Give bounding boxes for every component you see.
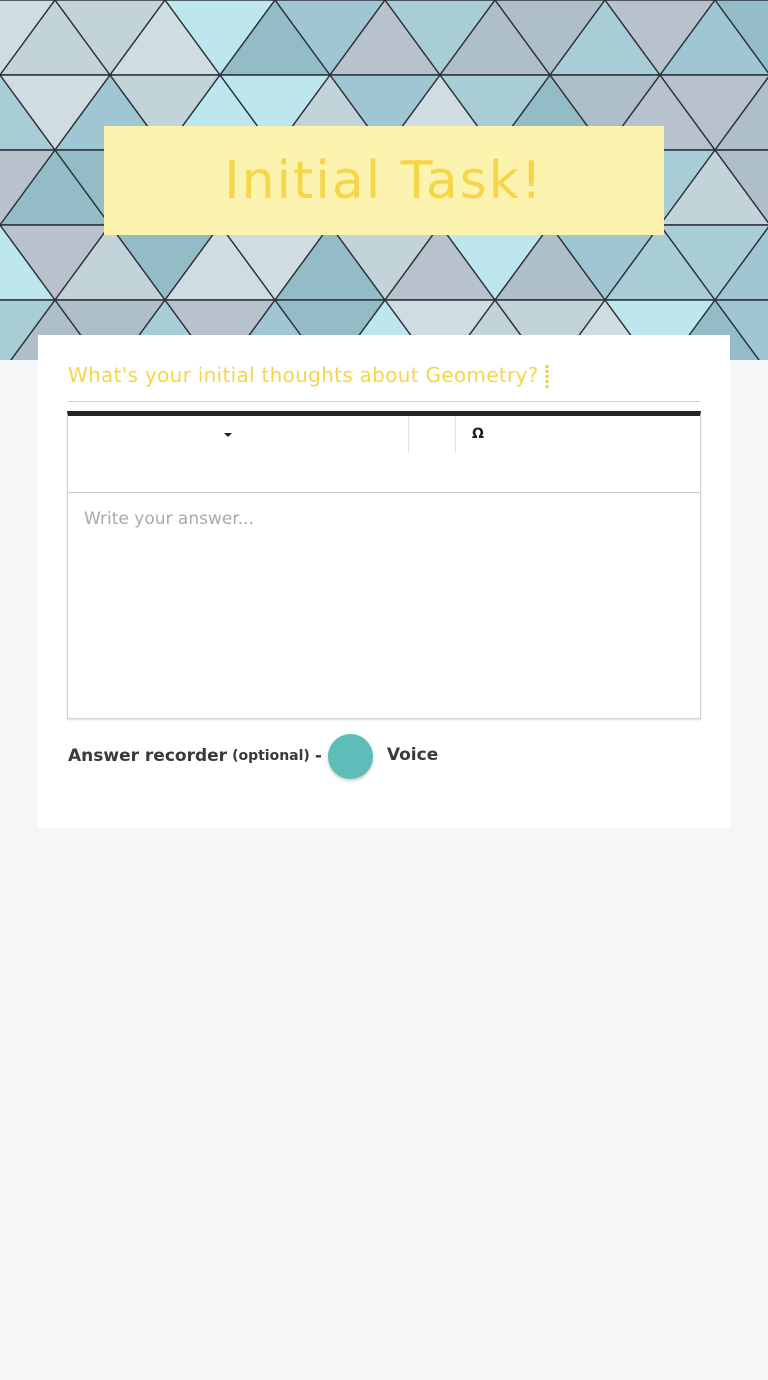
caret-down-icon xyxy=(224,433,232,437)
recorder-dash: - xyxy=(314,746,322,766)
page-title: Initial Task! xyxy=(224,150,544,211)
header-banner: Initial Task! xyxy=(0,0,768,360)
editor-toolbar: Ω xyxy=(68,416,700,493)
recorder-label: Answer recorder xyxy=(68,746,228,766)
question-heading: What's your initial thoughts about Geome… xyxy=(68,363,700,402)
answer-input[interactable] xyxy=(68,493,700,713)
format-dropdown[interactable] xyxy=(68,416,409,452)
recorder-optional-label: (optional) xyxy=(232,748,310,764)
special-character-button[interactable]: Ω xyxy=(466,426,490,446)
dotted-marker-icon xyxy=(544,364,549,390)
voice-label: Voice xyxy=(386,745,439,765)
record-voice-button[interactable] xyxy=(327,733,373,779)
toolbar-button[interactable] xyxy=(409,416,456,452)
answer-recorder: Answer recorder (optional) - Voice xyxy=(68,733,688,779)
rich-text-editor: Ω xyxy=(67,411,701,719)
question-text: What's your initial thoughts about Geome… xyxy=(68,363,539,387)
question-card: What's your initial thoughts about Geome… xyxy=(38,335,730,828)
title-box: Initial Task! xyxy=(104,126,664,235)
